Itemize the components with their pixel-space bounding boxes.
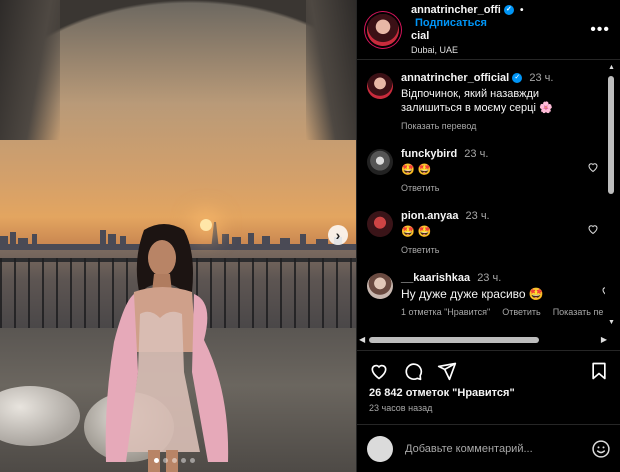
comment-likes-link[interactable]: 1 отметка "Нравится": [401, 305, 490, 319]
add-comment-bar: Добавьте комментарий...: [357, 424, 620, 472]
comment-text: 🤩 🤩: [401, 164, 432, 176]
next-photo-button[interactable]: ›: [328, 225, 348, 245]
comment-username[interactable]: funckybird: [401, 148, 457, 160]
comment-time[interactable]: 23 ч.: [466, 210, 490, 222]
scroll-down-arrow[interactable]: ▼: [608, 319, 615, 326]
caption-username[interactable]: annatrincher_official: [401, 72, 509, 84]
arch-wall-right: [306, 0, 356, 140]
follow-button[interactable]: Подписаться: [415, 17, 487, 29]
caption-text: Відпочинок, який назавжди залишиться в м…: [401, 88, 553, 114]
chevron-right-icon: ›: [335, 227, 341, 243]
avatar[interactable]: [367, 273, 393, 299]
verified-icon: ✓: [512, 73, 523, 84]
action-bar: [357, 350, 620, 390]
avatar[interactable]: [367, 73, 393, 99]
avatar: [367, 435, 393, 462]
avatar[interactable]: [367, 13, 399, 46]
username-part: annatrincher_offi: [411, 4, 501, 16]
reply-link[interactable]: Ответить: [401, 181, 439, 195]
comment-item: pion.anyaa 23 ч. 🤩 🤩 Ответить: [357, 195, 605, 257]
carousel-dot: [181, 458, 186, 463]
comment-item: funckybird 23 ч. 🤩 🤩 Ответить: [357, 133, 605, 195]
location-link[interactable]: Dubai, UAE: [411, 45, 580, 55]
arch-wall-left: [0, 0, 60, 140]
likes-count[interactable]: 26 842 отметок "Нравится": [369, 387, 515, 399]
horizontal-scrollbar[interactable]: ◀ ▶: [357, 334, 620, 346]
translate-link[interactable]: Показать пе: [553, 305, 604, 319]
comment-time[interactable]: 23 ч.: [477, 272, 501, 284]
emoji-icon[interactable]: [591, 439, 611, 459]
reply-link[interactable]: Ответить: [401, 243, 439, 257]
heart-icon[interactable]: [369, 361, 389, 381]
carousel-dots: [154, 458, 195, 463]
verified-icon: ✓: [503, 5, 514, 16]
caption: annatrincher_official ✓ 23 ч. Відпочинок…: [357, 61, 605, 133]
reply-link[interactable]: Ответить: [502, 305, 540, 319]
username-part: cial: [411, 30, 430, 42]
scrollbar-thumb[interactable]: [608, 76, 614, 194]
carousel-dot: [190, 458, 195, 463]
comment-time[interactable]: 23 ч.: [464, 148, 488, 160]
carousel-dot: [154, 458, 159, 463]
carousel-dot: [163, 458, 168, 463]
post-photo[interactable]: ›: [0, 0, 356, 472]
heart-icon[interactable]: [587, 161, 599, 173]
comment-icon[interactable]: [403, 361, 423, 381]
separator-dot: •: [519, 5, 524, 16]
comment-item: __kaarishkaa 23 ч. Ну дуже дуже красиво …: [357, 257, 605, 319]
comment-username[interactable]: pion.anyaa: [401, 210, 458, 222]
woman-figure: [105, 224, 229, 472]
post-timestamp[interactable]: 23 часов назад: [369, 403, 432, 413]
heart-icon[interactable]: [587, 223, 599, 235]
more-options-icon[interactable]: •••: [590, 21, 610, 39]
share-icon[interactable]: [437, 361, 457, 381]
scroll-up-arrow[interactable]: ▲: [608, 64, 615, 71]
post-header: annatrincher_offi ✓ • Подписаться cial D…: [357, 0, 620, 60]
carousel-dot: [172, 458, 177, 463]
comment-text: Ну дуже дуже красиво 🤩: [401, 287, 544, 301]
comments-list: annatrincher_official ✓ 23 ч. Відпочинок…: [357, 61, 605, 333]
comment-username[interactable]: __kaarishkaa: [401, 272, 470, 284]
comment-input[interactable]: Добавьте комментарий...: [405, 443, 591, 455]
scroll-right-arrow[interactable]: ▶: [601, 335, 607, 344]
vertical-scrollbar[interactable]: ▲ ▼: [606, 64, 616, 326]
avatar[interactable]: [367, 149, 393, 175]
username-link[interactable]: annatrincher_offi ✓ • Подписаться cial: [411, 4, 524, 42]
avatar[interactable]: [367, 211, 393, 237]
heart-icon[interactable]: [601, 285, 605, 297]
bookmark-icon[interactable]: [589, 361, 609, 381]
caption-time[interactable]: 23 ч.: [529, 72, 553, 84]
post-sidebar: annatrincher_offi ✓ • Подписаться cial D…: [356, 0, 620, 472]
scrollbar-thumb[interactable]: [369, 337, 539, 343]
comment-text: 🤩 🤩: [401, 226, 432, 238]
translate-link[interactable]: Показать перевод: [401, 119, 476, 133]
scroll-left-arrow[interactable]: ◀: [359, 335, 365, 344]
